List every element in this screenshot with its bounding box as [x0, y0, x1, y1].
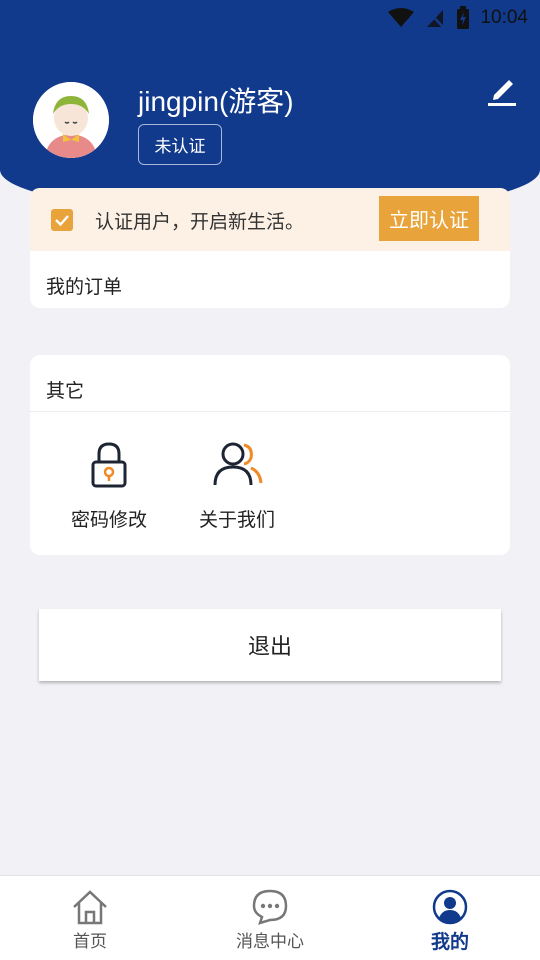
verify-now-button[interactable]: 立即认证: [379, 196, 479, 241]
about-us-label: 关于我们: [198, 509, 275, 531]
change-password-label: 密码修改: [70, 509, 147, 531]
edit-pencil-icon: [488, 80, 516, 106]
status-bar: 10:04: [0, 0, 540, 36]
tab-profile-label: 我的: [430, 931, 469, 953]
users-icon: [213, 442, 263, 486]
tab-profile[interactable]: 我的: [360, 876, 540, 960]
username: jingpin(游客): [138, 86, 294, 117]
lock-icon: [91, 442, 127, 488]
bottom-tab-bar: 首页 消息中心 我的: [0, 875, 540, 960]
avatar[interactable]: [33, 82, 109, 158]
orders-title[interactable]: 我的订单: [30, 272, 122, 299]
verify-banner-text: 认证用户，开启新生活。: [95, 211, 305, 233]
change-password-item[interactable]: 密码修改: [59, 435, 159, 532]
other-card: 其它 密码修改 关于我们: [30, 355, 510, 555]
tab-home[interactable]: 首页: [0, 876, 180, 960]
battery-charging-icon: [457, 6, 470, 29]
logout-button[interactable]: 退出: [39, 609, 501, 681]
no-signal-icon: [425, 8, 446, 29]
other-title: 其它: [46, 380, 85, 402]
profile-icon: [432, 889, 468, 925]
cartoon-avatar-icon: [33, 82, 109, 158]
status-badge: 未认证: [138, 124, 222, 165]
tab-home-label: 首页: [73, 932, 107, 952]
home-icon: [73, 890, 107, 925]
verify-banner: 认证用户，开启新生活。 立即认证: [30, 188, 510, 251]
edit-profile-button[interactable]: [484, 72, 520, 108]
message-icon: [252, 889, 288, 925]
orders-card: 认证用户，开启新生活。 立即认证 我的订单: [30, 188, 510, 308]
checkbox-icon: [51, 209, 73, 231]
status-time: 10:04: [480, 7, 528, 28]
divider: [30, 411, 510, 412]
wifi-icon: [388, 8, 415, 27]
about-us-item[interactable]: 关于我们: [187, 435, 287, 532]
tab-messages-label: 消息中心: [236, 932, 304, 952]
tab-messages[interactable]: 消息中心: [180, 876, 360, 960]
